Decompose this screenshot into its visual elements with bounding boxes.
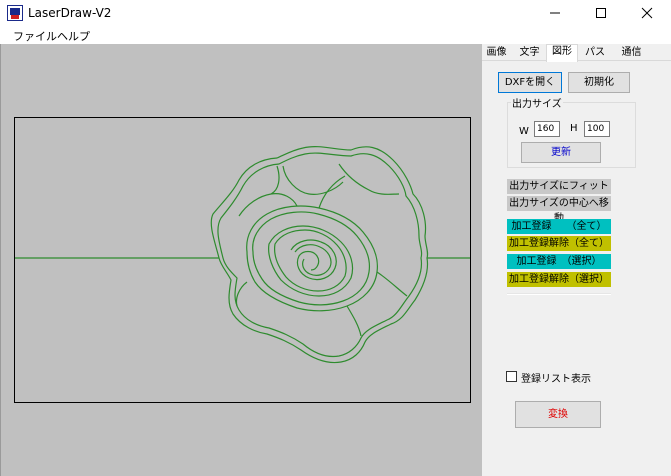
register-all-button[interactable]: 加工登録 （全て） [507,219,611,234]
tab-image[interactable]: 画像 [483,46,510,61]
menu-bar: ファイル ヘルプ [0,25,671,44]
window-title: LaserDraw-V2 [28,6,112,20]
unregister-selected-button[interactable]: 加工登録解除（選択） [507,272,611,287]
menu-help[interactable]: ヘルプ [55,28,92,44]
height-input[interactable]: 100 [584,121,610,137]
maximize-button[interactable] [578,0,624,25]
tab-shape[interactable]: 図形 [546,44,578,62]
register-selected-button[interactable]: 加工登録 （選択） [507,254,611,269]
tab-communication[interactable]: 通信 [618,46,645,61]
output-size-title: 出力サイズ [511,95,563,110]
control-panel: 画像 文字 図形 パス 通信 DXFを開く 初期化 出力サイズ W 160 H … [482,44,671,476]
width-input[interactable]: 160 [534,121,560,137]
height-label: H [570,123,578,134]
maximize-icon [596,8,606,18]
show-list-checkbox[interactable] [506,371,517,382]
reset-button[interactable]: 初期化 [568,72,630,93]
title-bar: LaserDraw-V2 [0,0,671,25]
close-button[interactable] [624,0,670,25]
width-label: W [519,126,529,137]
menu-file[interactable]: ファイル [11,28,59,44]
minimize-button[interactable] [532,0,578,25]
laserdraw-app-icon[interactable] [7,5,23,21]
tab-text[interactable]: 文字 [516,46,543,61]
minimize-icon [550,12,560,14]
move-to-center-button[interactable]: 出力サイズの中心へ移動 [507,196,611,224]
convert-button[interactable]: 変換 [515,401,601,428]
tab-strip: 画像 文字 図形 パス 通信 [482,44,671,62]
close-icon [641,7,653,19]
rose-drawing [15,146,470,364]
unregister-all-button[interactable]: 加工登録解除（全て） [507,236,611,251]
open-dxf-button[interactable]: DXFを開く [498,72,562,93]
update-button[interactable]: 更新 [521,142,601,163]
fit-output-size-button[interactable]: 出力サイズにフィット [507,179,611,194]
show-list-label[interactable]: 登録リスト表示 [521,370,591,385]
drawing-canvas[interactable] [0,44,482,476]
tab-path[interactable]: パス [582,46,608,61]
divider [507,293,611,295]
